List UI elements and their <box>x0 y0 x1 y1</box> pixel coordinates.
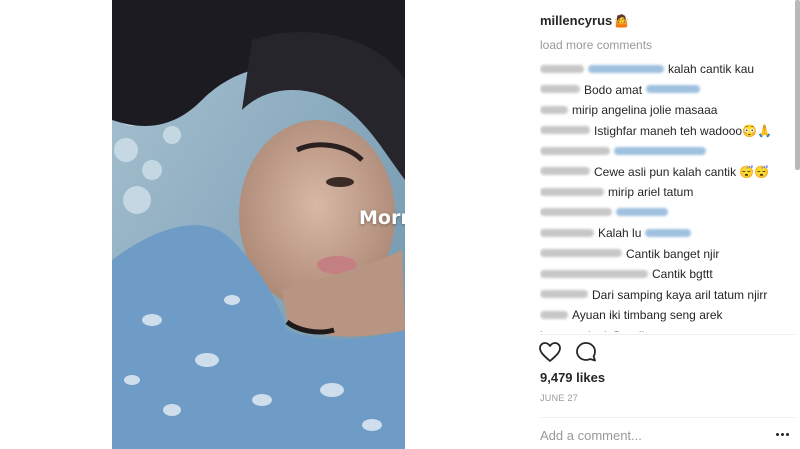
comment-text: Cantik bgttt <box>652 266 713 281</box>
comment-text: Kalah lu <box>598 225 642 240</box>
comment-row: Cantik bgttt <box>540 263 796 284</box>
comment-text: mirip ariel tatum <box>608 184 694 199</box>
instagram-post-view: Morning🖕 millencyrus🤷 load more comments… <box>0 0 800 449</box>
shrug-emoji-icon: 🤷 <box>614 14 630 28</box>
comment-text: Dari samping kaya aril tatum njirr <box>592 287 768 302</box>
comment-text: Bodo amat <box>584 82 643 97</box>
like-count[interactable]: 9,479 likes <box>540 370 605 385</box>
comment-username-blurred[interactable] <box>540 208 612 217</box>
comment-row: kalah cantik kau <box>540 58 796 79</box>
comment-row <box>540 202 796 223</box>
comment-username-blurred[interactable] <box>540 290 588 299</box>
comment-text: kalah cantik kau <box>668 61 755 76</box>
comment-text: Istighfar maneh teh wadooo😳🙏 <box>594 123 772 138</box>
comment-mention-blurred[interactable] <box>616 208 668 217</box>
comment-username-blurred[interactable] <box>540 105 568 114</box>
post-sidebar: millencyrus 🤷 load more comments kalah ca… <box>530 0 800 449</box>
comment-mention-blurred[interactable] <box>645 228 692 237</box>
comment-row: mirip ariel tatum <box>540 181 796 202</box>
add-comment-input[interactable] <box>540 426 772 444</box>
comment-username-blurred[interactable] <box>540 187 604 196</box>
comment-username-blurred[interactable] <box>540 126 590 135</box>
comment-text: mirip angelina jolie masaaa <box>572 102 718 117</box>
comment-text: Cewe asli pun kalah cantik 😴😴 <box>594 164 770 179</box>
comment-username-blurred[interactable] <box>540 85 580 94</box>
post-photo[interactable]: Morning🖕 <box>112 0 405 449</box>
username-link[interactable]: millencyrus <box>540 13 612 28</box>
comment-row: Cewe asli pun kalah cantik 😴😴 <box>540 161 796 182</box>
comment-username-blurred[interactable] <box>540 64 584 73</box>
comment-row: Ayuan iki timbang seng arek <box>540 304 796 325</box>
comment-mention-blurred[interactable] <box>588 64 664 73</box>
comment-username-blurred[interactable] <box>540 269 648 278</box>
photo-caption: Morning🖕 <box>359 207 405 229</box>
comment-row: Istighfar maneh teh wadooo😳🙏 <box>540 120 796 141</box>
divider <box>540 334 796 335</box>
comment-text: jeremy wingi @carlianarta <box>540 328 678 332</box>
divider <box>540 417 796 418</box>
comment-row: mirip angelina jolie masaaa <box>540 99 796 120</box>
heart-icon[interactable] <box>538 340 562 364</box>
window-scrollbar[interactable] <box>795 0 800 170</box>
comment-row: Bodo amat <box>540 79 796 100</box>
comment-row: Kalah lu <box>540 222 796 243</box>
comment-text: Ayuan iki timbang seng arek <box>572 307 723 322</box>
comment-row <box>540 140 796 161</box>
comment-username-blurred[interactable] <box>540 249 622 258</box>
more-options-icon[interactable] <box>776 430 790 440</box>
comment-username-blurred[interactable] <box>540 146 610 155</box>
comment-username-blurred[interactable] <box>540 228 594 237</box>
comment-username-blurred[interactable] <box>540 167 590 176</box>
comment-row: jeremy wingi @carlianarta <box>540 325 796 332</box>
load-more-comments-link[interactable]: load more comments <box>540 38 652 52</box>
comment-row: Cantik banget njir <box>540 243 796 264</box>
post-date: JUNE 27 <box>540 393 579 403</box>
comment-bubble-icon[interactable] <box>574 340 598 364</box>
comment-mention-blurred[interactable] <box>646 85 701 94</box>
comment-username-blurred[interactable] <box>540 310 568 319</box>
comment-list[interactable]: kalah cantik kau Bodo amat mirip angelina … <box>540 58 796 332</box>
comment-row: Dari samping kaya aril tatum njirr <box>540 284 796 305</box>
comment-mention-blurred[interactable] <box>614 146 706 155</box>
post-header: millencyrus 🤷 <box>540 13 629 28</box>
comment-text: Cantik banget njir <box>626 246 720 261</box>
photo-caption-text: Morning <box>359 207 405 229</box>
